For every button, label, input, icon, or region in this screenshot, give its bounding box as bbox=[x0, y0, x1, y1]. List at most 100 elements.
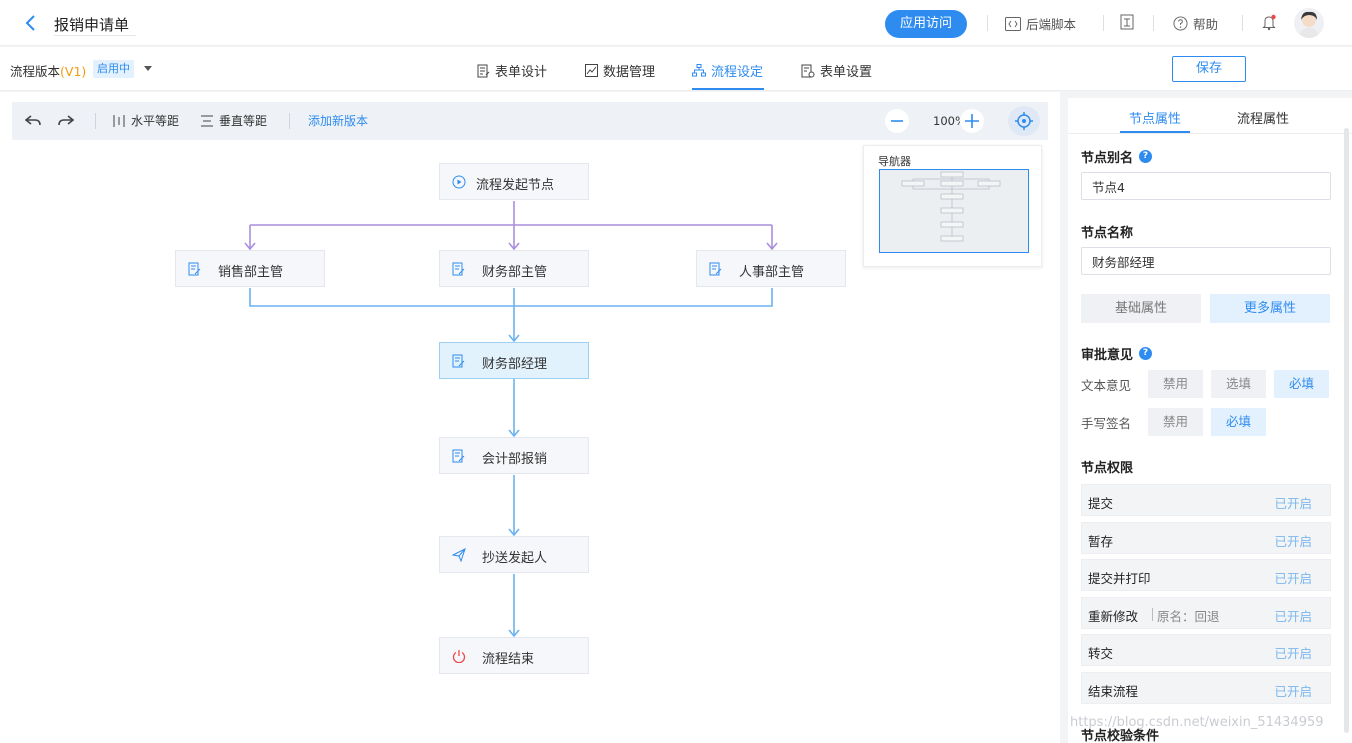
help-icon[interactable]: ? bbox=[1139, 347, 1153, 360]
settings-icon bbox=[801, 64, 815, 77]
divider bbox=[987, 15, 988, 31]
navigator-panel: 导航器 bbox=[863, 145, 1042, 267]
node-label: 财务部经理 bbox=[482, 357, 548, 372]
permission-name: 提交 bbox=[1088, 496, 1114, 511]
question-circle-icon bbox=[1173, 16, 1188, 31]
tab-data-management[interactable]: 数据管理 bbox=[585, 61, 655, 80]
flow-node-hr-supervisor[interactable]: 人事部主管 bbox=[696, 250, 846, 287]
app-title: 报销申请单 bbox=[54, 16, 130, 34]
node-label: 流程发起节点 bbox=[476, 178, 555, 193]
flow-node-sales-supervisor[interactable]: 销售部主管 bbox=[175, 250, 325, 287]
permission-name: 重新修改 bbox=[1088, 609, 1139, 624]
divider bbox=[1068, 133, 1352, 134]
permission-status-toggle[interactable]: 已开启 bbox=[1274, 681, 1312, 700]
text-opinion-optional-option[interactable]: 选填 bbox=[1211, 370, 1266, 398]
node-alias-title-text: 节点别名 bbox=[1081, 151, 1134, 166]
permission-row: 提交并打印 已开启 bbox=[1081, 559, 1331, 591]
tab-node-properties[interactable]: 节点属性 bbox=[1129, 108, 1181, 127]
permission-name: 提交并打印 bbox=[1088, 571, 1151, 586]
flow-node-start[interactable]: 流程发起节点 bbox=[439, 163, 589, 200]
text-opinion-disabled-option[interactable]: 禁用 bbox=[1148, 370, 1203, 398]
divider bbox=[1242, 15, 1243, 31]
backend-script-button[interactable]: 后端脚本 bbox=[1005, 14, 1076, 33]
approval-doc-icon bbox=[188, 262, 201, 276]
navigator-viewport[interactable] bbox=[879, 169, 1029, 253]
flow-node-cc-initiator[interactable]: 抄送发起人 bbox=[439, 536, 589, 573]
approval-doc-icon bbox=[452, 449, 465, 463]
backend-script-label: 后端脚本 bbox=[1026, 17, 1077, 32]
node-name-title: 节点名称 bbox=[1081, 226, 1134, 241]
basic-properties-button[interactable]: 基础属性 bbox=[1081, 294, 1201, 323]
permission-name: 转交 bbox=[1088, 646, 1114, 661]
node-alias-input[interactable] bbox=[1081, 172, 1331, 200]
handwriting-disabled-option[interactable]: 禁用 bbox=[1148, 408, 1203, 436]
node-label: 流程结束 bbox=[482, 652, 535, 667]
version-status-badge: 启用中 bbox=[93, 60, 134, 78]
flow-icon bbox=[692, 64, 706, 77]
node-label: 会计部报销 bbox=[482, 452, 548, 467]
flow-node-accounting[interactable]: 会计部报销 bbox=[439, 437, 589, 474]
help-button[interactable]: 帮助 bbox=[1173, 14, 1218, 33]
flow-node-finance-manager[interactable]: 财务部经理 bbox=[439, 342, 589, 379]
permission-status-toggle[interactable]: 已开启 bbox=[1274, 493, 1312, 512]
active-tab-indicator bbox=[692, 88, 764, 90]
permission-status-toggle[interactable]: 已开启 bbox=[1274, 643, 1312, 662]
help-label: 帮助 bbox=[1193, 17, 1219, 32]
version-label-text: 流程版本 bbox=[10, 64, 61, 79]
permission-alias: 原名：回退 bbox=[1152, 606, 1220, 625]
text-opinion-required-option[interactable]: 必填 bbox=[1274, 370, 1329, 398]
app-visit-button[interactable]: 应用访问 bbox=[885, 10, 967, 38]
permission-status-toggle[interactable]: 已开启 bbox=[1274, 568, 1312, 587]
tab-data-management-label: 数据管理 bbox=[603, 65, 656, 80]
form-icon bbox=[477, 64, 490, 77]
document-seal-icon bbox=[1120, 14, 1134, 30]
power-icon bbox=[452, 650, 466, 663]
panel-scrollbar[interactable] bbox=[1344, 128, 1349, 733]
node-label: 销售部主管 bbox=[218, 265, 284, 280]
tab-flow-settings[interactable]: 流程设定 bbox=[692, 61, 763, 80]
node-alias-title: 节点别名 ? bbox=[1081, 147, 1153, 166]
more-properties-button[interactable]: 更多属性 bbox=[1210, 294, 1330, 323]
navigator-title: 导航器 bbox=[878, 155, 911, 168]
handwriting-required-option[interactable]: 必填 bbox=[1211, 408, 1266, 436]
help-icon[interactable]: ? bbox=[1139, 150, 1153, 163]
flow-canvas[interactable]: 水平等距 垂直等距 添加新版本 100% 流程发起节点 销售部主管 财务部主管 … bbox=[0, 92, 1060, 743]
divider bbox=[1103, 15, 1104, 31]
text-opinion-label: 文本意见 bbox=[1081, 378, 1132, 393]
approval-doc-icon bbox=[709, 262, 722, 276]
publish-icon-button[interactable] bbox=[1120, 14, 1134, 30]
data-icon bbox=[585, 64, 598, 77]
save-button[interactable]: 保存 bbox=[1172, 56, 1246, 82]
approval-opinion-title: 审批意见 ? bbox=[1081, 344, 1153, 363]
node-name-input[interactable] bbox=[1081, 247, 1331, 275]
chevron-down-icon[interactable] bbox=[144, 66, 152, 71]
code-icon bbox=[1005, 16, 1021, 31]
node-permissions-title: 节点权限 bbox=[1081, 461, 1134, 476]
permission-row: 暂存 已开启 bbox=[1081, 522, 1331, 554]
permission-row: 结束流程 已开启 bbox=[1081, 672, 1331, 704]
user-avatar[interactable] bbox=[1294, 8, 1324, 38]
permission-status-toggle[interactable]: 已开启 bbox=[1274, 531, 1312, 550]
tab-flow-properties[interactable]: 流程属性 bbox=[1237, 108, 1289, 127]
flow-node-finance-supervisor[interactable]: 财务部主管 bbox=[439, 250, 589, 287]
node-label: 抄送发起人 bbox=[482, 551, 548, 566]
version-label[interactable]: 流程版本(V1) bbox=[10, 61, 86, 80]
permission-name: 暂存 bbox=[1088, 534, 1114, 549]
approval-doc-icon bbox=[452, 262, 465, 276]
permission-status-toggle[interactable]: 已开启 bbox=[1274, 606, 1312, 625]
send-icon bbox=[452, 548, 466, 562]
version-number: (V1) bbox=[60, 64, 87, 79]
flow-node-end[interactable]: 流程结束 bbox=[439, 637, 589, 674]
title-divider bbox=[54, 35, 136, 36]
avatar-icon bbox=[1299, 11, 1319, 38]
approval-doc-icon bbox=[452, 354, 465, 368]
back-arrow-icon[interactable] bbox=[22, 13, 40, 33]
properties-panel: 节点属性 流程属性 节点别名 ? 节点名称 基础属性 更多属性 审批意见 ? 文… bbox=[1068, 98, 1352, 743]
tab-form-design[interactable]: 表单设计 bbox=[477, 61, 547, 80]
bell-icon[interactable] bbox=[1262, 14, 1276, 31]
tab-form-settings[interactable]: 表单设置 bbox=[801, 61, 872, 80]
minimap bbox=[901, 171, 1001, 242]
node-label: 财务部主管 bbox=[482, 265, 548, 280]
tab-form-settings-label: 表单设置 bbox=[820, 65, 873, 80]
approval-opinion-title-text: 审批意见 bbox=[1081, 348, 1134, 363]
